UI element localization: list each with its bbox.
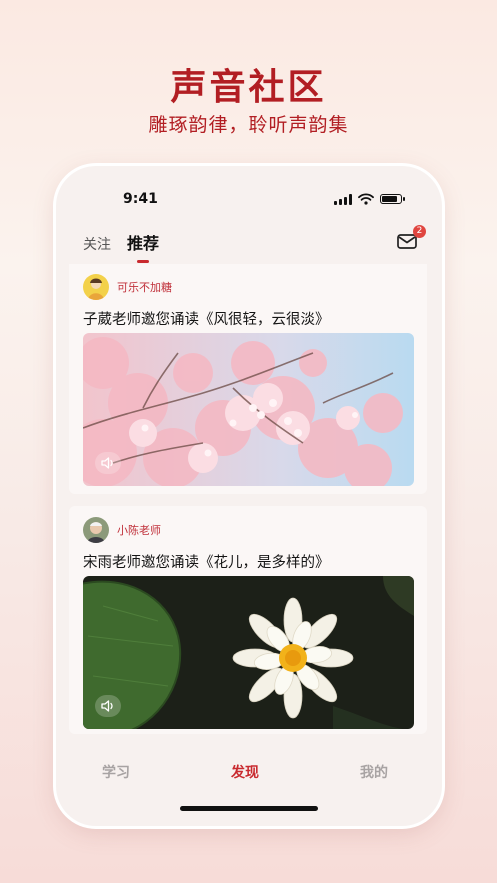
post-title[interactable]: 宋雨老师邀您诵读《花儿，是多样的》 (83, 551, 330, 572)
nav-discover[interactable]: 发现 (231, 762, 259, 782)
mail-badge: 2 (413, 225, 426, 238)
speaker-icon (101, 457, 113, 469)
post-card[interactable]: 可乐不加糖 子葳老师邀您诵读《风很轻，云很淡》 (69, 264, 427, 494)
status-bar: 9:41 (56, 188, 442, 212)
mail-button[interactable]: 2 (396, 225, 426, 254)
wifi-icon (358, 193, 374, 205)
speaker-icon (101, 700, 113, 712)
status-time: 9:41 (123, 191, 158, 207)
avatar (83, 517, 109, 543)
promo-subtitle: 雕琢韵律，聆听声韵集 (148, 114, 349, 136)
post-author[interactable]: 小陈老师 (83, 517, 161, 543)
post-card[interactable]: 小陈老师 宋雨老师邀您诵读《花儿，是多样的》 (69, 506, 427, 734)
water-lily-image[interactable] (83, 576, 414, 729)
promo-title: 声音社区 (170, 67, 327, 108)
tab-recommend[interactable]: 推荐 (127, 230, 159, 263)
signal-icon (334, 193, 352, 205)
post-author[interactable]: 可乐不加糖 (83, 274, 172, 300)
status-icons (334, 193, 405, 205)
sound-button[interactable] (95, 452, 121, 474)
author-name: 小陈老师 (117, 524, 161, 537)
avatar (83, 274, 109, 300)
feed-tabs: 关注 推荐 (83, 230, 159, 263)
nav-mine[interactable]: 我的 (360, 762, 388, 782)
tab-follow[interactable]: 关注 (83, 234, 111, 258)
nav-study[interactable]: 学习 (102, 762, 130, 782)
home-indicator (180, 806, 318, 811)
bottom-nav: 学习 发现 我的 (56, 756, 442, 786)
sound-button[interactable] (95, 695, 121, 717)
post-title[interactable]: 子葳老师邀您诵读《风很轻，云很淡》 (83, 308, 330, 329)
battery-icon (380, 194, 405, 204)
phone-mockup: 9:41 关注 推荐 2 可乐不加糖 子葳老师邀您诵读《风很轻，云很淡》 小陈老… (56, 166, 442, 826)
author-name: 可乐不加糖 (117, 281, 172, 294)
cherry-blossom-image[interactable] (83, 333, 414, 486)
